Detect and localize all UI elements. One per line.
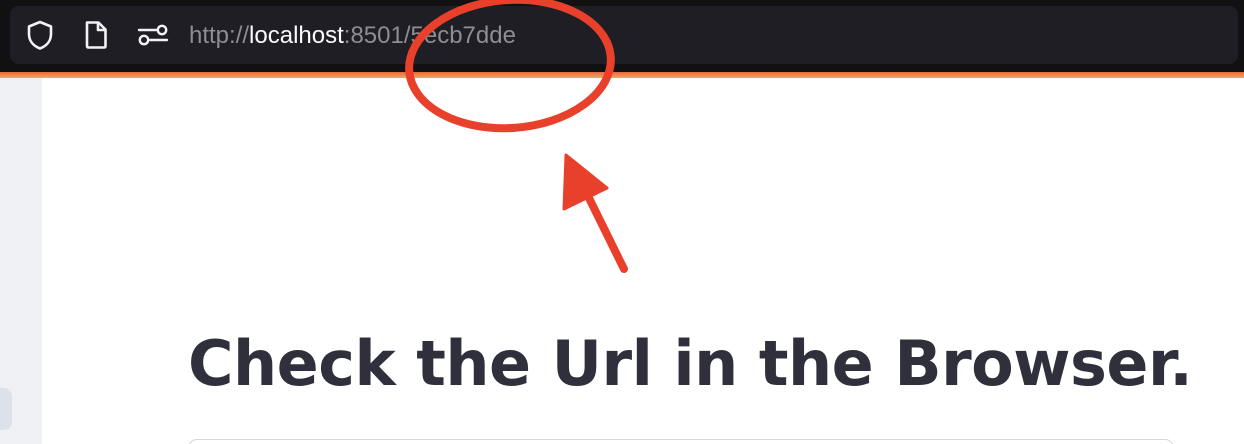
browser-toolbar: http://localhost:8501/5ecb7dde — [0, 0, 1244, 72]
sidebar-collapse-handle[interactable] — [0, 388, 12, 430]
text-input[interactable] — [188, 439, 1174, 444]
shield-icon[interactable] — [24, 19, 56, 51]
url-text[interactable]: http://localhost:8501/5ecb7dde — [189, 20, 516, 52]
url-port-path: :8501/5ecb7dde — [343, 22, 516, 49]
app-window: http://localhost:8501/5ecb7dde Check the… — [0, 0, 1244, 444]
page-title: Check the Url in the Browser. — [188, 327, 1193, 400]
url-scheme: http:// — [189, 22, 250, 49]
url-host: localhost — [249, 22, 344, 49]
permissions-icon[interactable] — [136, 22, 170, 48]
page-icon[interactable] — [82, 19, 110, 51]
